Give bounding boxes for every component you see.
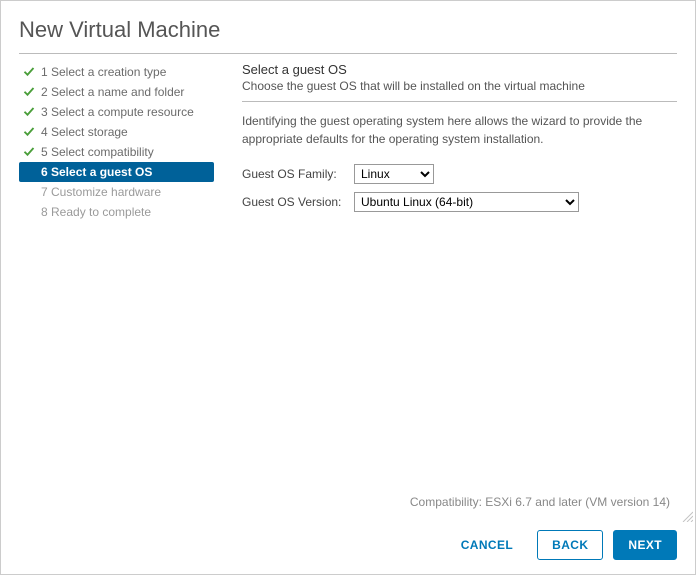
wizard-step-2[interactable]: 2 Select a name and folder bbox=[19, 82, 214, 102]
guest-os-family-select[interactable]: Linux bbox=[354, 164, 434, 184]
checkmark-icon bbox=[23, 165, 37, 179]
wizard-step-label: 1 Select a creation type bbox=[41, 65, 166, 79]
wizard-step-6[interactable]: 6 Select a guest OS bbox=[19, 162, 214, 182]
guest-os-version-select[interactable]: Ubuntu Linux (64-bit) bbox=[354, 192, 579, 212]
checkmark-icon bbox=[23, 145, 37, 159]
wizard-step-label: 5 Select compatibility bbox=[41, 145, 154, 159]
resize-handle-icon[interactable] bbox=[681, 510, 693, 522]
wizard-step-label: 2 Select a name and folder bbox=[41, 85, 184, 99]
checkmark-icon bbox=[23, 65, 37, 79]
cancel-button[interactable]: CANCEL bbox=[447, 530, 527, 560]
dialog-header: New Virtual Machine bbox=[1, 1, 695, 53]
guest-os-family-row: Guest OS Family: Linux bbox=[242, 164, 677, 184]
wizard-step-label: 4 Select storage bbox=[41, 125, 128, 139]
wizard-step-1[interactable]: 1 Select a creation type bbox=[19, 62, 214, 82]
content-area: 1 Select a creation type 2 Select a name … bbox=[1, 54, 695, 222]
wizard-step-4[interactable]: 4 Select storage bbox=[19, 122, 214, 142]
checkmark-icon bbox=[23, 85, 37, 99]
wizard-step-label: 3 Select a compute resource bbox=[41, 105, 194, 119]
checkmark-icon bbox=[23, 125, 37, 139]
wizard-step-label: 8 Ready to complete bbox=[41, 205, 151, 219]
wizard-buttons: CANCEL BACK NEXT bbox=[447, 530, 677, 560]
guest-os-version-row: Guest OS Version: Ubuntu Linux (64-bit) bbox=[242, 192, 677, 212]
divider bbox=[242, 101, 677, 102]
main-panel: Select a guest OS Choose the guest OS th… bbox=[214, 62, 677, 222]
section-title: Select a guest OS bbox=[242, 62, 677, 77]
next-button[interactable]: NEXT bbox=[613, 530, 677, 560]
wizard-step-7: 7 Customize hardware bbox=[19, 182, 214, 202]
guest-os-version-label: Guest OS Version: bbox=[242, 195, 354, 209]
checkmark-icon bbox=[23, 105, 37, 119]
wizard-step-3[interactable]: 3 Select a compute resource bbox=[19, 102, 214, 122]
wizard-step-5[interactable]: 5 Select compatibility bbox=[19, 142, 214, 162]
section-description: Identifying the guest operating system h… bbox=[242, 112, 677, 148]
back-button[interactable]: BACK bbox=[537, 530, 603, 560]
wizard-step-8: 8 Ready to complete bbox=[19, 202, 214, 222]
dialog-title: New Virtual Machine bbox=[19, 17, 677, 43]
guest-os-family-label: Guest OS Family: bbox=[242, 167, 354, 181]
section-subtitle: Choose the guest OS that will be install… bbox=[242, 79, 677, 93]
wizard-step-label: 6 Select a guest OS bbox=[41, 165, 152, 179]
wizard-steps-sidebar: 1 Select a creation type 2 Select a name … bbox=[19, 62, 214, 222]
wizard-step-label: 7 Customize hardware bbox=[41, 185, 161, 199]
compatibility-text: Compatibility: ESXi 6.7 and later (VM ve… bbox=[410, 495, 670, 509]
